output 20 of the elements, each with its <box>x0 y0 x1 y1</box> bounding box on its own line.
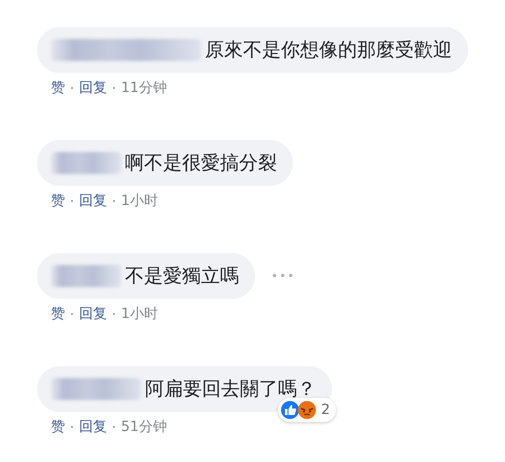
like-link[interactable]: 赞 <box>51 79 65 97</box>
reply-link[interactable]: 回复 <box>79 192 107 210</box>
like-link[interactable]: 赞 <box>51 305 65 323</box>
like-link[interactable]: 赞 <box>51 418 65 436</box>
reply-link[interactable]: 回复 <box>79 79 107 97</box>
blurred-name <box>51 265 121 287</box>
comment-time[interactable]: 1小时 <box>121 192 158 210</box>
reaction-count[interactable]: 2 <box>278 398 336 422</box>
comment-text: 不是愛獨立嗎 <box>125 264 239 289</box>
blurred-name <box>51 152 121 174</box>
comment-time[interactable]: 51分钟 <box>121 418 167 436</box>
like-link[interactable]: 赞 <box>51 192 65 210</box>
reply-link[interactable]: 回复 <box>79 418 107 436</box>
comment-text: 啊不是很愛搞分裂 <box>125 151 277 176</box>
reply-link[interactable]: 回复 <box>79 305 107 323</box>
like-icon <box>280 400 300 420</box>
comment-time[interactable]: 11分钟 <box>121 79 167 97</box>
comment-time[interactable]: 1小时 <box>121 305 158 323</box>
angry-face-icon <box>297 400 318 420</box>
comment-text: 原來不是你想像的那麼受歡迎 <box>205 38 452 63</box>
